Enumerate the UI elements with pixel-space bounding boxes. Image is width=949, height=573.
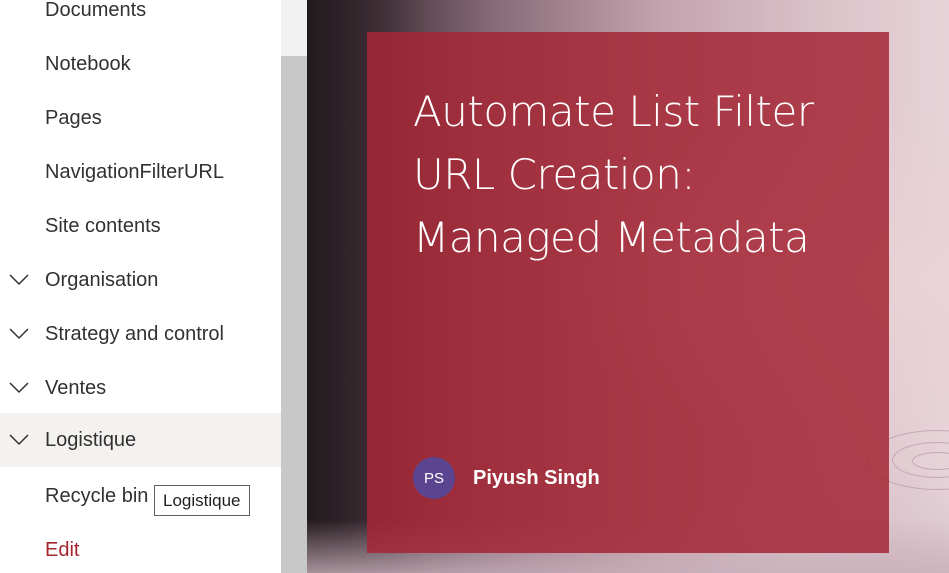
nav-item-logistique[interactable]: Logistique	[0, 413, 281, 467]
nav-item-organisation[interactable]: Organisation	[0, 253, 281, 307]
nav-item-label: Organisation	[45, 268, 159, 291]
edit-link-label: Edit	[45, 538, 80, 561]
nav-item-strategy-and-control[interactable]: Strategy and control	[0, 307, 281, 361]
nav-item-navigationfilterurl[interactable]: NavigationFilterURL	[0, 145, 281, 199]
hero-banner: Automate List Filter URL Creation: Manag…	[307, 0, 949, 573]
nav-item-label: Strategy and control	[45, 322, 224, 345]
chevron-down-icon[interactable]	[9, 328, 29, 340]
nav-item-label: Pages	[45, 106, 102, 129]
nav-scrollbar-track[interactable]	[281, 0, 307, 573]
nav-item-label: Logistique	[45, 428, 137, 451]
nav-item-pages[interactable]: Pages	[0, 91, 281, 145]
author-name[interactable]: Piyush Singh	[473, 467, 600, 490]
chevron-down-icon[interactable]	[9, 274, 29, 286]
edit-link[interactable]: Edit	[0, 523, 281, 573]
author-byline[interactable]: PS Piyush Singh	[413, 457, 600, 499]
nav-item-label: Ventes	[45, 376, 107, 399]
nav-item-label: Recycle bin	[45, 484, 149, 507]
nav-item-site-contents[interactable]: Site contents	[0, 199, 281, 253]
chevron-down-icon[interactable]	[9, 434, 29, 446]
nav-item-label: Notebook	[45, 52, 131, 75]
nav-item-label: Site contents	[45, 214, 161, 237]
avatar[interactable]: PS	[413, 457, 455, 499]
nav-item-label: Documents	[45, 0, 147, 21]
nav-item-ventes[interactable]: Ventes	[0, 361, 281, 415]
hero-card[interactable]: Automate List Filter URL Creation: Manag…	[367, 32, 889, 553]
tooltip: Logistique	[154, 485, 250, 516]
nav-scrollbar-thumb[interactable]	[281, 56, 307, 573]
chevron-down-icon[interactable]	[9, 382, 29, 394]
left-navigation: Documents Notebook Pages NavigationFilte…	[0, 0, 281, 573]
nav-item-label: NavigationFilterURL	[45, 160, 224, 183]
nav-item-notebook[interactable]: Notebook	[0, 37, 281, 91]
hero-title: Automate List Filter URL Creation: Manag…	[413, 87, 814, 262]
nav-item-documents[interactable]: Documents	[0, 0, 281, 37]
